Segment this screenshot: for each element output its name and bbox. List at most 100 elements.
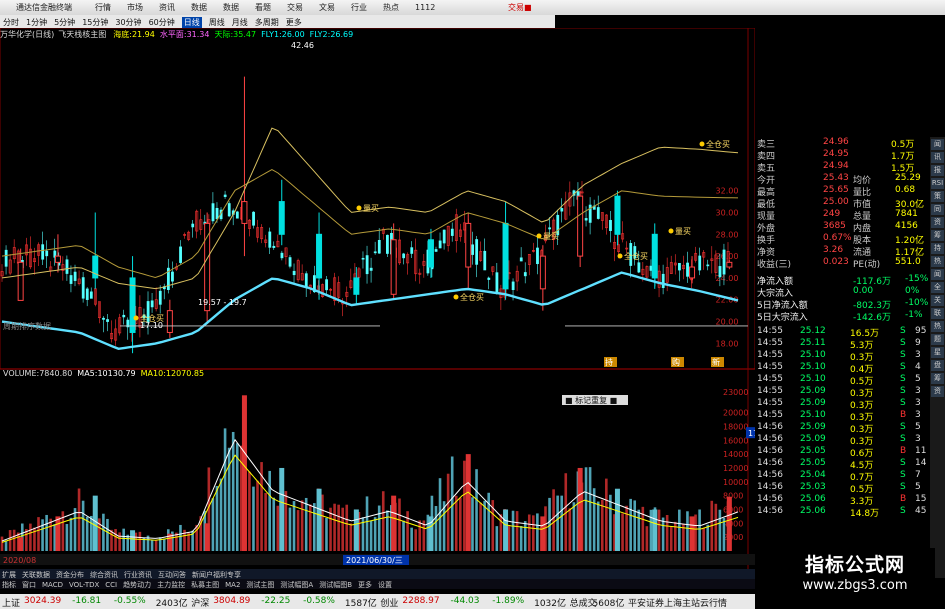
menu-item[interactable]: 文易 [319,3,335,12]
indicator-tab[interactable]: 私募主图 [191,580,219,590]
candle-body [577,195,584,257]
price-tick-label: 20.00 [716,318,739,327]
minor-volume-bar [694,514,697,551]
menu-item[interactable]: 市场 [127,3,143,12]
side-tab[interactable]: 资 [931,386,944,397]
indicator-tab[interactable]: 更多 [358,580,372,590]
volume-highlight-value: 17027 [748,429,755,438]
tick-count: 9 [915,338,921,348]
minor-volume-bar [649,509,653,551]
minor-candle-body [361,257,365,260]
side-tab[interactable]: 同 [931,204,944,215]
period-button[interactable]: 30分钟 [115,17,141,28]
side-tab[interactable]: 联 [931,308,944,319]
side-tab[interactable]: RSI [931,178,944,189]
period-button[interactable]: 1分钟 [26,17,47,28]
minor-volume-bar [288,507,292,551]
side-tab[interactable]: 关 [931,295,944,306]
candle-body [54,255,61,263]
range-label: 19.57 - 19.7 [198,298,247,307]
minor-volume-bar [345,504,349,551]
minor-candle-body [215,207,219,220]
indicator-tab[interactable]: 测试主图 [246,580,274,590]
volume-bar [391,495,397,551]
buy-marker [453,294,459,300]
minor-candle-body [365,255,369,275]
side-tab[interactable]: 筹 [931,373,944,384]
status-item: -22.25 [261,596,291,606]
date-cursor-label: 2021/06/30/三 [346,556,403,565]
menu-item[interactable]: 行情 [95,3,111,12]
period-button[interactable]: 日线 [181,17,202,28]
side-tab[interactable]: 盘 [931,360,944,371]
indicator-tab[interactable]: MA2 [225,581,240,589]
menu-item[interactable]: 资讯 [159,3,175,12]
menu-item[interactable]: 交易 [287,3,303,12]
side-tab[interactable]: 策 [931,191,944,202]
indicator-tab[interactable]: 测试幅图B [319,580,352,590]
indicator-tab[interactable]: 窗口 [22,580,36,590]
menu-item[interactable]: 热点 [383,3,399,12]
buy-marker [133,315,139,321]
period-toolbar[interactable]: 分时 1分钟 5分钟 15分钟 30分钟 60分钟 日线 周线 月线 多周期 更多 [0,15,555,28]
volume-value: 10130.79 [97,369,136,378]
indicator-tab[interactable]: 主力监控 [157,580,185,590]
menu-item[interactable]: 1112 [415,3,435,12]
period-button[interactable]: 周线 [209,17,225,28]
indicator-tab[interactable]: MACD [42,581,63,589]
tick-row: 14:56 25.06 3.3万 B 15 [755,494,930,507]
menu-item[interactable]: 数据 [223,3,239,12]
side-tab[interactable]: 星 [931,347,944,358]
quote-value2: 551.0 [895,257,921,267]
side-tab[interactable]: 资 [931,217,944,228]
period-button[interactable]: 月线 [232,17,248,28]
indicator-tab[interactable]: 指标 [2,580,16,590]
period-button[interactable]: 更多 [286,17,302,28]
side-tab[interactable]: 全 [931,282,944,293]
indicator-tab[interactable]: CCI [105,581,117,589]
candle-body [353,277,360,295]
side-tab[interactable]: 讯 [931,152,944,163]
volume-tick-label: 10000 [723,478,748,487]
indicator-tab[interactable]: 测试幅图A [280,580,313,590]
quote-panel: 卖三 24.96 0.5万 卖四 24.95 1.7万 卖五 24.94 1.5万 今开 25.43… [755,137,930,578]
side-tab[interactable]: 闻 [931,269,944,280]
minor-volume-bar [678,509,681,551]
indicator-tab[interactable]: VOL-TDX [69,581,99,589]
tick-time: 14:56 [757,506,783,516]
trade-button[interactable]: 交易■ [508,2,532,13]
period-button[interactable]: 15分钟 [82,17,108,28]
minor-volume-bar [572,502,576,551]
side-tab[interactable]: 筹 [931,230,944,241]
period-button[interactable]: 分时 [3,17,19,28]
minor-candle-body [235,211,239,219]
side-tab[interactable]: 热 [931,256,944,267]
minor-candle-body [85,288,89,300]
period-button[interactable]: 5分钟 [54,17,75,28]
menu-item[interactable]: 行业 [351,3,367,12]
volume-label: MA10: [140,369,166,378]
side-tab[interactable]: 热 [931,321,944,332]
minor-volume-bar [552,489,555,551]
minor-volume-bar [479,502,482,551]
indicator-tab[interactable]: 设置 [378,580,392,590]
side-tab[interactable]: 报 [931,165,944,176]
menu-item[interactable]: 数据 [191,3,207,12]
status-item: 2288.97 [402,596,440,606]
side-tab[interactable]: 题 [931,334,944,345]
info-tab-bar[interactable]: 扩展 关联数据 资金分布 综合资讯 行业资讯 互动问答 新闻户福利专享 [0,569,755,579]
period-button[interactable]: 多周期 [255,17,279,28]
minor-volume-bar [45,514,48,551]
period-button[interactable]: 60分钟 [149,17,175,28]
side-tab[interactable]: 持 [931,243,944,254]
menu-item[interactable]: 看题 [255,3,271,12]
side-tab[interactable]: 闻 [931,139,944,150]
tick-price: 25.11 [800,338,826,348]
main-menu[interactable]: 行情 市场 资讯 数据 数据 看题 交易 文易 行业 热点 1112 [95,2,451,13]
indicator-tab-bar[interactable]: 指标 窗口 MACD VOL-TDX CCI 趋势动力 主力监控 私募主图 MA2 测试主图 测试幅… [0,579,755,589]
kline-chart[interactable]: 32.0030.0028.0026.0024.0022.0020.0018.00… [0,28,755,569]
indicator-tab[interactable]: 趋势动力 [123,580,151,590]
price-tick-label: 28.00 [716,230,739,239]
right-side-tabs[interactable]: 闻讯报 RSI 策同资筹持热闻全关联热题星盘筹资 [930,137,945,578]
minor-volume-bar [154,540,158,551]
